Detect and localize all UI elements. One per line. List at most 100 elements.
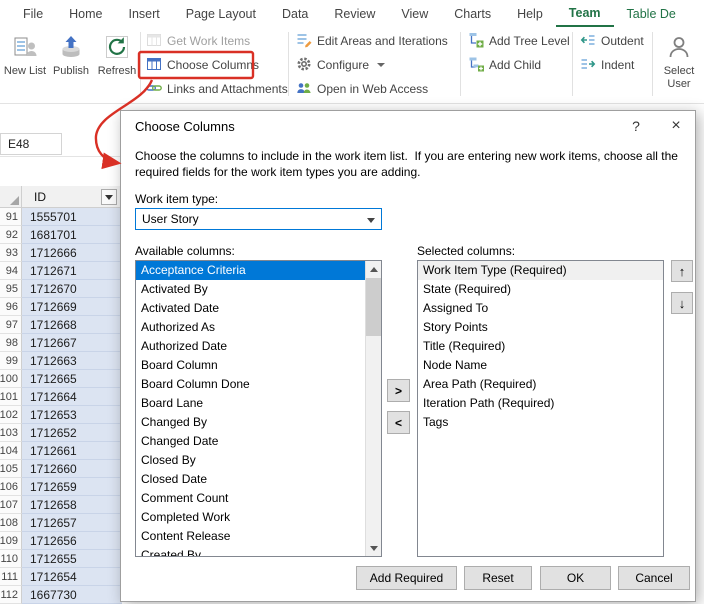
id-cell[interactable]: 1712654 bbox=[22, 568, 122, 586]
select-user-button[interactable]: Select User bbox=[656, 29, 702, 101]
cancel-button[interactable]: Cancel bbox=[618, 566, 690, 590]
list-item[interactable]: Board Lane bbox=[136, 394, 365, 413]
row-header[interactable]: 97 bbox=[0, 316, 22, 334]
reset-button[interactable]: Reset bbox=[464, 566, 532, 590]
row-header[interactable]: 100 bbox=[0, 370, 22, 388]
list-item[interactable]: Node Name bbox=[418, 356, 663, 375]
row-header[interactable]: 110 bbox=[0, 550, 22, 568]
row-header[interactable]: 112 bbox=[0, 586, 22, 604]
list-item[interactable]: Acceptance Criteria bbox=[136, 261, 365, 280]
tab-help[interactable]: Help bbox=[504, 0, 556, 27]
id-cell[interactable]: 1712659 bbox=[22, 478, 122, 496]
get-work-items-button[interactable]: Get Work Items bbox=[142, 30, 292, 52]
id-cell[interactable]: 1712670 bbox=[22, 280, 122, 298]
list-item[interactable]: Changed By bbox=[136, 413, 365, 432]
list-item[interactable]: Created By bbox=[136, 546, 365, 556]
list-item[interactable]: State (Required) bbox=[418, 280, 663, 299]
id-cell[interactable]: 1712664 bbox=[22, 388, 122, 406]
id-cell[interactable]: 1712661 bbox=[22, 442, 122, 460]
list-item[interactable]: Story Points bbox=[418, 318, 663, 337]
list-item[interactable]: Tags bbox=[418, 413, 663, 432]
vertical-scrollbar[interactable] bbox=[365, 261, 381, 556]
list-item[interactable]: Title (Required) bbox=[418, 337, 663, 356]
indent-button[interactable]: Indent bbox=[576, 54, 648, 76]
list-item[interactable]: Work Item Type (Required) bbox=[418, 261, 663, 280]
row-header[interactable]: 91 bbox=[0, 208, 22, 226]
id-cell[interactable]: 1712668 bbox=[22, 316, 122, 334]
row-header[interactable]: 92 bbox=[0, 226, 22, 244]
list-item[interactable]: Completed Work bbox=[136, 508, 365, 527]
id-cell[interactable]: 1712655 bbox=[22, 550, 122, 568]
id-cell[interactable]: 1712669 bbox=[22, 298, 122, 316]
row-header[interactable]: 95 bbox=[0, 280, 22, 298]
list-item[interactable]: Closed Date bbox=[136, 470, 365, 489]
scrollbar-thumb[interactable] bbox=[366, 278, 381, 336]
list-item[interactable]: Assigned To bbox=[418, 299, 663, 318]
row-header[interactable]: 107 bbox=[0, 496, 22, 514]
tab-file[interactable]: File bbox=[10, 0, 56, 27]
choose-columns-button[interactable]: Choose Columns bbox=[142, 54, 292, 76]
id-cell[interactable]: 1712652 bbox=[22, 424, 122, 442]
links-and-attachments-button[interactable]: Links and Attachments bbox=[142, 78, 292, 100]
row-header[interactable]: 99 bbox=[0, 352, 22, 370]
id-cell[interactable]: 1712656 bbox=[22, 532, 122, 550]
id-cell[interactable]: 1667730 bbox=[22, 586, 122, 604]
tab-insert[interactable]: Insert bbox=[116, 0, 173, 27]
id-cell[interactable]: 1712653 bbox=[22, 406, 122, 424]
tab-data[interactable]: Data bbox=[269, 0, 321, 27]
tab-team[interactable]: Team bbox=[555, 0, 614, 27]
open-in-web-access-button[interactable]: Open in Web Access bbox=[292, 78, 452, 100]
tab-home[interactable]: Home bbox=[56, 0, 115, 27]
tab-charts[interactable]: Charts bbox=[441, 0, 504, 27]
list-item[interactable]: Iteration Path (Required) bbox=[418, 394, 663, 413]
id-column-header[interactable]: ID bbox=[22, 186, 122, 208]
row-header[interactable]: 96 bbox=[0, 298, 22, 316]
move-left-button[interactable]: < bbox=[387, 411, 410, 434]
available-columns-list[interactable]: Acceptance Criteria Activated By Activated… bbox=[135, 260, 382, 557]
tab-page-layout[interactable]: Page Layout bbox=[173, 0, 269, 27]
row-header[interactable]: 94 bbox=[0, 262, 22, 280]
list-item[interactable]: Board Column bbox=[136, 356, 365, 375]
add-required-button[interactable]: Add Required bbox=[356, 566, 457, 590]
move-right-button[interactable]: > bbox=[387, 379, 410, 402]
row-header[interactable]: 98 bbox=[0, 334, 22, 352]
list-item[interactable]: Activated By bbox=[136, 280, 365, 299]
tab-review[interactable]: Review bbox=[321, 0, 388, 27]
id-cell[interactable]: 1712665 bbox=[22, 370, 122, 388]
work-item-type-dropdown[interactable]: User Story bbox=[135, 208, 382, 230]
id-cell[interactable]: 1712657 bbox=[22, 514, 122, 532]
row-header[interactable]: 102 bbox=[0, 406, 22, 424]
close-button[interactable]: × bbox=[659, 111, 693, 141]
help-button[interactable]: ? bbox=[619, 111, 653, 141]
list-item[interactable]: Board Column Done bbox=[136, 375, 365, 394]
new-list-button[interactable]: New List bbox=[2, 29, 48, 101]
id-cell[interactable]: 1712666 bbox=[22, 244, 122, 262]
row-header[interactable]: 111 bbox=[0, 568, 22, 586]
tab-view[interactable]: View bbox=[388, 0, 441, 27]
add-child-button[interactable]: Add Child bbox=[464, 54, 574, 76]
add-tree-level-button[interactable]: Add Tree Level bbox=[464, 30, 574, 52]
list-item[interactable]: Content Release bbox=[136, 527, 365, 546]
scroll-down-button[interactable] bbox=[366, 540, 381, 556]
edit-areas-and-iterations-button[interactable]: Edit Areas and Iterations bbox=[292, 30, 452, 52]
ok-button[interactable]: OK bbox=[540, 566, 611, 590]
list-item[interactable]: Changed Date bbox=[136, 432, 365, 451]
configure-button[interactable]: Configure bbox=[292, 54, 452, 76]
refresh-button[interactable]: Refresh bbox=[94, 29, 140, 101]
list-item[interactable]: Area Path (Required) bbox=[418, 375, 663, 394]
id-cell[interactable]: 1712660 bbox=[22, 460, 122, 478]
list-item[interactable]: Activated Date bbox=[136, 299, 365, 318]
filter-dropdown-button[interactable] bbox=[101, 189, 117, 205]
select-all-corner[interactable] bbox=[0, 186, 22, 208]
row-header[interactable]: 105 bbox=[0, 460, 22, 478]
id-cell[interactable]: 1712671 bbox=[22, 262, 122, 280]
row-header[interactable]: 108 bbox=[0, 514, 22, 532]
id-cell[interactable]: 1712663 bbox=[22, 352, 122, 370]
row-header[interactable]: 109 bbox=[0, 532, 22, 550]
tab-table-design[interactable]: Table De bbox=[614, 0, 689, 27]
row-header[interactable]: 101 bbox=[0, 388, 22, 406]
move-down-button[interactable]: ↓ bbox=[671, 292, 693, 314]
row-header[interactable]: 103 bbox=[0, 424, 22, 442]
outdent-button[interactable]: Outdent bbox=[576, 30, 648, 52]
publish-button[interactable]: Publish bbox=[48, 29, 94, 101]
